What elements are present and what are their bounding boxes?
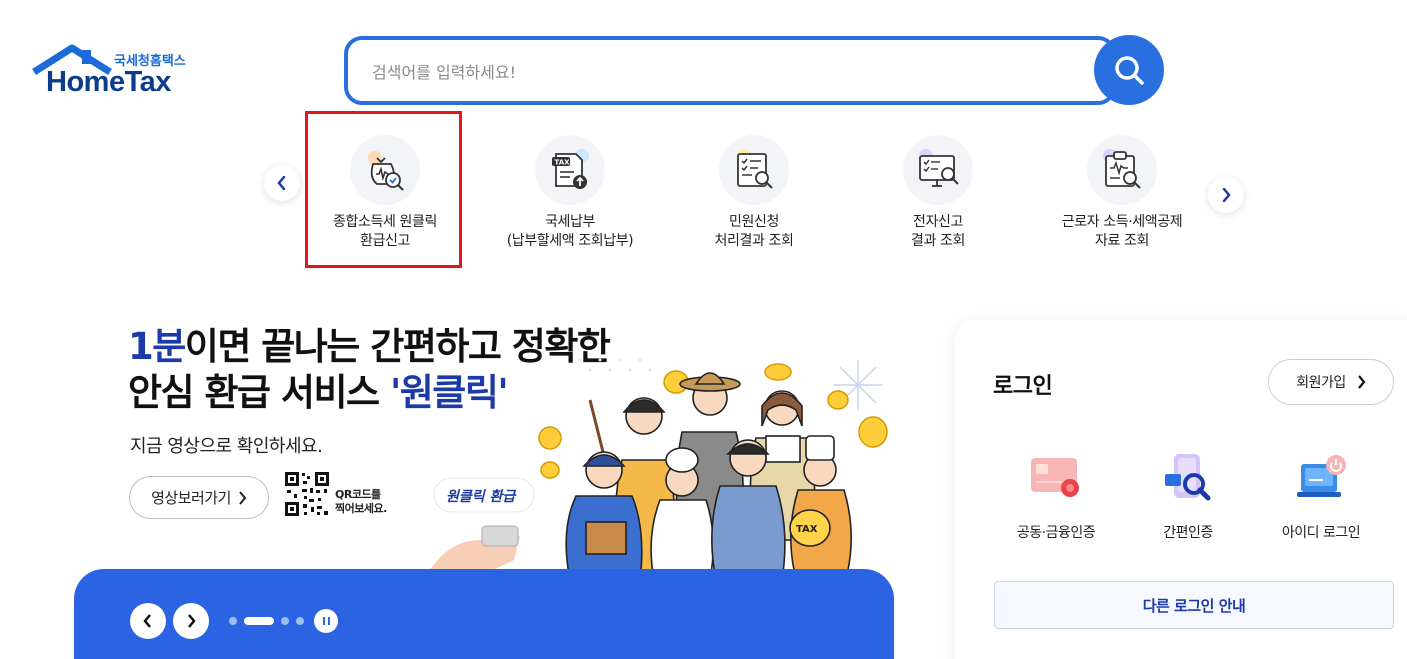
banner-dot-4[interactable] [296, 617, 304, 625]
document-search-icon [719, 135, 789, 205]
banner-next-button[interactable] [173, 603, 209, 639]
login-option-id[interactable]: 아이디 로그인 [1256, 452, 1386, 542]
watch-video-label: 영상보러가기 [151, 489, 231, 507]
hometax-logo[interactable]: 국세청홈택스 HomeTax [32, 44, 202, 100]
search-input[interactable] [372, 58, 1072, 86]
login-option-label: 아이디 로그인 [1281, 525, 1361, 541]
quick-menu-label: 민원신청 처리결과 조회 [714, 214, 794, 249]
monitor-search-icon [903, 135, 973, 205]
oneclick-refund-graphic-label: 원클릭 환급 [446, 489, 517, 505]
banner-pause-button[interactable] [314, 609, 338, 633]
qr-code-icon [284, 471, 330, 517]
banner-title-accent: 1분 [128, 325, 186, 368]
quick-menu-item-civil-petition[interactable]: 민원신청 처리결과 조회 [659, 135, 849, 251]
banner-title-line2: 안심 환급 서비스 [128, 371, 390, 414]
banner-dot-2[interactable] [244, 617, 274, 625]
watch-video-button[interactable]: 영상보러가기 [129, 476, 269, 519]
login-option-label: 간편인증 [1163, 525, 1213, 541]
chevron-right-icon [239, 490, 247, 505]
search-box [344, 36, 1116, 105]
banner-dot-1[interactable] [229, 617, 237, 625]
quick-menu-label: 전자신고 결과 조회 [911, 214, 965, 249]
login-option-certificate[interactable]: 공동·금융인증 [991, 452, 1121, 542]
banner-subtitle: 지금 영상으로 확인하세요. [130, 436, 323, 457]
quick-menu-label: 국세납부 (납부할세액 조회납부) [506, 214, 634, 249]
chevron-right-icon [188, 614, 196, 628]
signup-button[interactable]: 회원가입 [1268, 359, 1394, 405]
tax-bag-label: TAX [796, 524, 818, 535]
banner-illustration: TAX 원클릭 환급 [430, 358, 888, 580]
quick-menu-label: 근로자 소득·세액공제 자료 조회 [1061, 214, 1183, 249]
signup-label: 회원가입 [1296, 375, 1346, 391]
login-option-simple[interactable]: 간편인증 [1123, 452, 1253, 542]
clipboard-search-icon [1087, 135, 1157, 205]
highlight-box [305, 111, 462, 268]
quick-menu-next-button[interactable] [1208, 177, 1244, 213]
tax-document-upload-icon: TAX [535, 135, 605, 205]
banner-dot-3[interactable] [281, 617, 289, 625]
quick-menu-item-tax-payment[interactable]: TAX 국세납부 (납부할세액 조회납부) [475, 135, 665, 251]
pause-icon [322, 617, 325, 625]
chevron-left-icon [277, 176, 286, 190]
login-option-label: 공동·금융인증 [1016, 525, 1096, 541]
chevron-left-icon [143, 614, 151, 628]
quick-menu-item-deduction[interactable]: 근로자 소득·세액공제 자료 조회 [1027, 135, 1217, 251]
search-button[interactable] [1094, 35, 1164, 105]
logo-title: HomeTax [46, 66, 171, 98]
svg-text:TAX: TAX [555, 159, 571, 167]
search-icon [1115, 56, 1144, 85]
phone-search-icon [1158, 452, 1218, 510]
login-title: 로그인 [993, 374, 1053, 399]
qr-caption: QR코드를 찍어보세요. [335, 488, 387, 515]
banner-prev-button[interactable] [130, 603, 166, 639]
other-login-guide-button[interactable]: 다른 로그인 안내 [994, 581, 1394, 629]
quick-menu-item-e-filing[interactable]: 전자신고 결과 조회 [843, 135, 1033, 251]
chevron-right-icon [1357, 375, 1366, 389]
chevron-right-icon [1222, 188, 1231, 202]
certificate-card-icon [1026, 452, 1086, 510]
laptop-power-icon [1291, 452, 1351, 510]
